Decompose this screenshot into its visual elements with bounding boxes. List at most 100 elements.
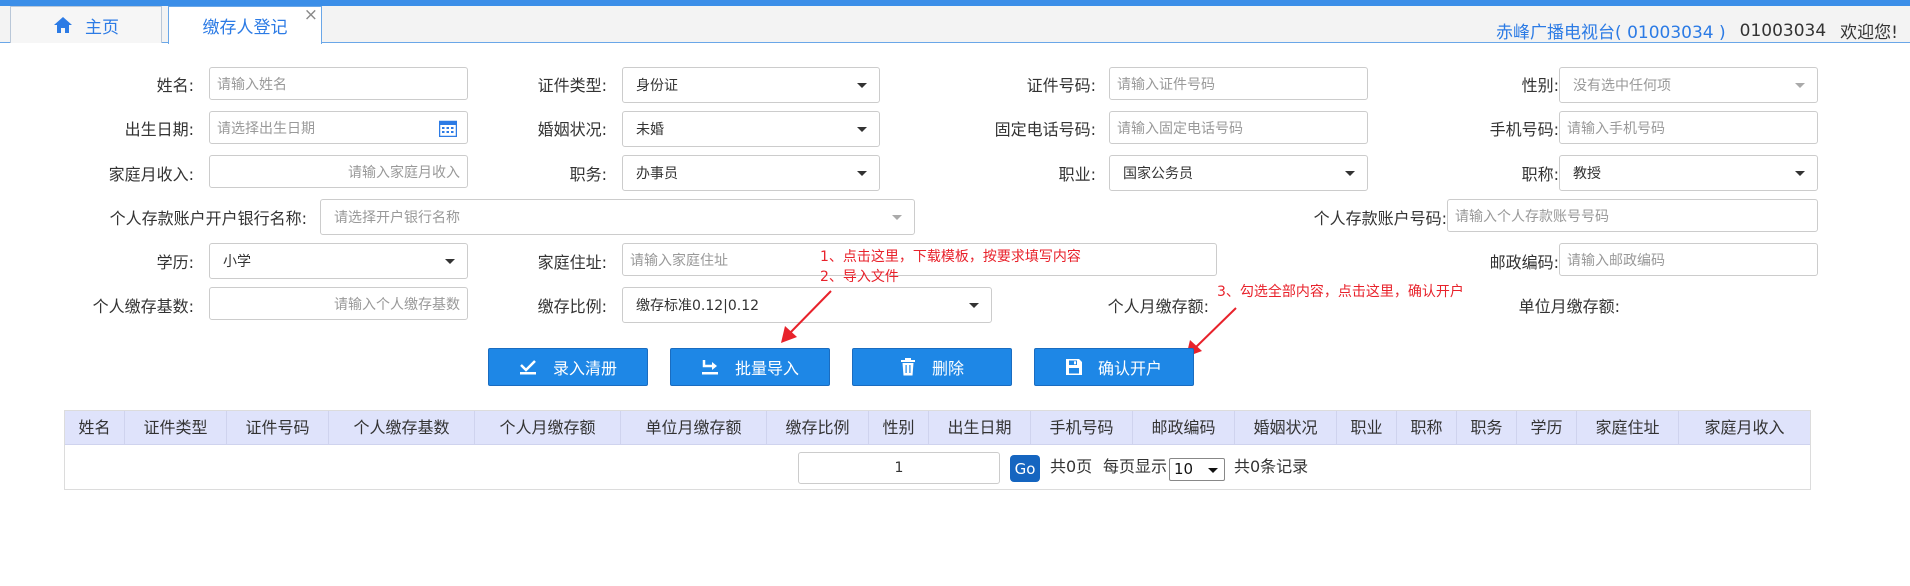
column-header[interactable]: 证件号码: [227, 411, 329, 445]
birth-date-placeholder: 请选择出生日期: [217, 120, 315, 137]
column-header[interactable]: 单位月缴存额: [621, 411, 767, 445]
duty-select[interactable]: 办事员: [622, 155, 880, 191]
family-income-input[interactable]: 请输入家庭月收入: [209, 155, 468, 188]
id-type-select[interactable]: 身份证: [622, 67, 880, 103]
bank-account-input[interactable]: 请输入个人存款账号号码: [1447, 199, 1818, 232]
marital-value: 未婚: [636, 122, 664, 138]
page-number-input[interactable]: 1: [798, 452, 1000, 484]
column-header[interactable]: 职务: [1457, 411, 1517, 445]
postcode-input[interactable]: 请输入邮政编码: [1559, 243, 1818, 276]
clear-button[interactable]: 录入清册: [488, 348, 648, 386]
station-name[interactable]: 赤峰广播电视台( 01003034 ): [1496, 18, 1726, 43]
ratio-select[interactable]: 缴存标准0.12|0.12: [622, 287, 992, 323]
chevron-down-icon: [857, 83, 867, 88]
personal-monthly-label: 个人月缴存额:: [1107, 297, 1209, 316]
per-page-label: 每页显示: [1103, 457, 1168, 476]
bank-account-label: 个人存款账户号码:: [1313, 209, 1447, 228]
chevron-down-icon: [969, 303, 979, 308]
check-icon: [519, 359, 537, 375]
column-header[interactable]: 出生日期: [929, 411, 1031, 445]
column-header[interactable]: 性别: [869, 411, 929, 445]
calendar-icon[interactable]: [438, 120, 458, 138]
gender-select[interactable]: 没有选中任何项: [1559, 67, 1818, 103]
bank-name-select[interactable]: 请选择开户银行名称: [320, 199, 915, 235]
postcode-label: 邮政编码:: [1489, 253, 1559, 272]
chevron-down-icon: [1795, 171, 1805, 176]
tab-bar: 主页 缴存人登记 × 赤峰广播电视台( 01003034 ) 01003034 …: [0, 6, 1910, 44]
confirm-button-label: 确认开户: [1097, 359, 1162, 378]
batch-import-button-label: 批量导入: [734, 359, 799, 378]
user-id: 01003034: [1739, 20, 1827, 41]
column-header[interactable]: 家庭月收入: [1679, 411, 1810, 445]
marital-select[interactable]: 未婚: [622, 111, 880, 147]
user-info: 赤峰广播电视台( 01003034 ) 01003034 欢迎您!: [1496, 12, 1898, 49]
birth-date-input[interactable]: 请选择出生日期: [209, 111, 468, 144]
home-icon: [53, 16, 73, 34]
delete-button-label: 删除: [931, 359, 964, 378]
title-select[interactable]: 教授: [1559, 155, 1818, 191]
welcome-text: 欢迎您!: [1840, 23, 1898, 43]
column-header[interactable]: 缴存比例: [767, 411, 869, 445]
column-header[interactable]: 学历: [1517, 411, 1577, 445]
pagination: 1 Go 共0页 每页显示 10 共0条记录: [65, 452, 1810, 484]
batch-import-button[interactable]: 批量导入: [670, 348, 830, 386]
per-page-select[interactable]: 10: [1169, 458, 1225, 481]
column-header[interactable]: 个人缴存基数: [329, 411, 475, 445]
chevron-down-icon: [1345, 171, 1355, 176]
clear-button-label: 录入清册: [552, 359, 617, 378]
id-type-value: 身份证: [636, 78, 678, 94]
column-header[interactable]: 手机号码: [1031, 411, 1133, 445]
table-header: 姓名 证件类型 证件号码 个人缴存基数 个人月缴存额 单位月缴存额 缴存比例 性…: [65, 411, 1810, 445]
education-select[interactable]: 小学: [209, 243, 468, 279]
column-header[interactable]: 职称: [1397, 411, 1457, 445]
chevron-down-icon: [892, 215, 902, 220]
landline-input[interactable]: 请输入固定电话号码: [1109, 111, 1368, 144]
id-number-input[interactable]: 请输入证件号码: [1109, 67, 1368, 100]
bank-name-value: 请选择开户银行名称: [334, 210, 460, 226]
mobile-input[interactable]: 请输入手机号码: [1559, 111, 1818, 144]
id-number-label: 证件号码:: [1026, 76, 1096, 95]
chevron-down-icon: [857, 127, 867, 132]
landline-label: 固定电话号码:: [994, 120, 1096, 139]
import-icon: [701, 359, 719, 375]
confirm-open-account-button[interactable]: 确认开户: [1034, 348, 1194, 386]
total-pages: 共0页: [1050, 457, 1093, 476]
annotation-note-1: 1、点击这里，下载模板，按要求填写内容: [820, 249, 1081, 265]
close-icon[interactable]: ×: [304, 7, 318, 24]
column-header[interactable]: 婚姻状况: [1235, 411, 1337, 445]
column-header[interactable]: 个人月缴存额: [475, 411, 621, 445]
marital-label: 婚姻状况:: [537, 120, 607, 139]
chevron-down-icon: [1208, 467, 1218, 473]
duty-label: 职务:: [569, 165, 607, 184]
total-records: 共0条记录: [1234, 457, 1309, 476]
tab-home[interactable]: 主页: [10, 6, 162, 43]
base-label: 个人缴存基数:: [92, 297, 194, 316]
column-header[interactable]: 姓名: [65, 411, 125, 445]
duty-value: 办事员: [636, 166, 678, 182]
column-header[interactable]: 家庭住址: [1577, 411, 1679, 445]
education-label: 学历:: [156, 253, 194, 272]
bank-name-label: 个人存款账户开户银行名称:: [109, 209, 307, 228]
name-label: 姓名:: [156, 76, 194, 95]
column-header[interactable]: 职业: [1337, 411, 1397, 445]
column-header[interactable]: 证件类型: [125, 411, 227, 445]
base-input[interactable]: 请输入个人缴存基数: [209, 287, 468, 320]
family-income-label: 家庭月收入:: [108, 165, 194, 184]
name-input[interactable]: 请输入姓名: [209, 67, 468, 100]
tab-depositor-registration[interactable]: 缴存人登记 ×: [168, 6, 322, 44]
birth-date-label: 出生日期:: [124, 120, 194, 139]
column-header[interactable]: 邮政编码: [1133, 411, 1235, 445]
per-page-value: 10: [1174, 460, 1194, 478]
id-type-label: 证件类型:: [537, 76, 607, 95]
gender-value: 没有选中任何项: [1573, 78, 1671, 94]
unit-monthly-label: 单位月缴存额:: [1518, 297, 1620, 316]
delete-button[interactable]: 删除: [852, 348, 1012, 386]
depositor-table: 姓名 证件类型 证件号码 个人缴存基数 个人月缴存额 单位月缴存额 缴存比例 性…: [64, 410, 1811, 490]
occupation-select[interactable]: 国家公务员: [1109, 155, 1368, 191]
title-label: 职称:: [1521, 165, 1559, 184]
go-button[interactable]: Go: [1010, 455, 1040, 482]
chevron-down-icon: [445, 259, 455, 264]
occupation-value: 国家公务员: [1123, 166, 1193, 182]
title-value: 教授: [1573, 166, 1601, 182]
trash-icon: [900, 358, 916, 376]
